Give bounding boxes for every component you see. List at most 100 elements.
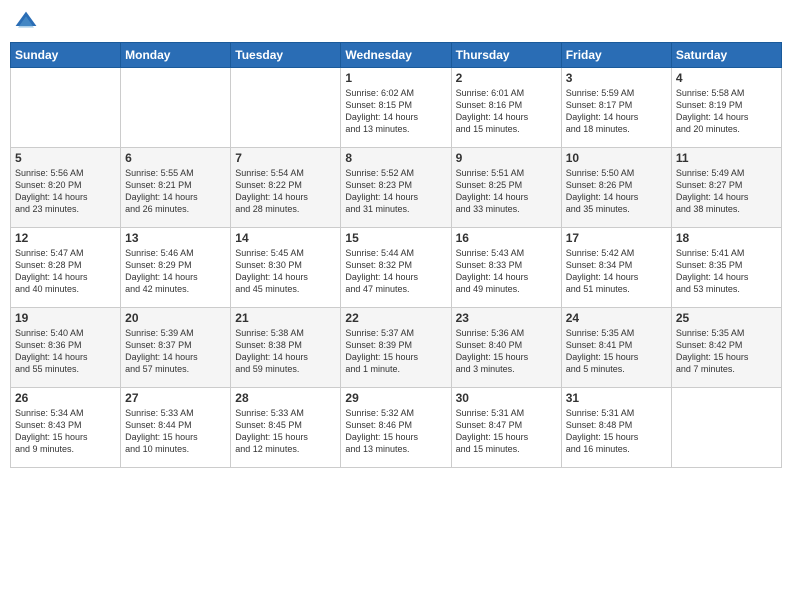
day-cell: 23 Sunrise: 5:36 AM Sunset: 8:40 PM Dayli… xyxy=(451,308,561,388)
day-cell: 14 Sunrise: 5:45 AM Sunset: 8:30 PM Dayli… xyxy=(231,228,341,308)
day-number: 24 xyxy=(566,311,667,325)
day-cell: 9 Sunrise: 5:51 AM Sunset: 8:25 PM Daylig… xyxy=(451,148,561,228)
day-cell: 12 Sunrise: 5:47 AM Sunset: 8:28 PM Dayli… xyxy=(11,228,121,308)
day-info: Sunrise: 5:40 AM Sunset: 8:36 PM Dayligh… xyxy=(15,327,116,376)
day-cell: 4 Sunrise: 5:58 AM Sunset: 8:19 PM Daylig… xyxy=(671,68,781,148)
day-number: 13 xyxy=(125,231,226,245)
logo-icon xyxy=(14,10,38,34)
day-cell: 19Sunrise: 5:40 AM Sunset: 8:36 PM Dayli… xyxy=(11,308,121,388)
day-cell xyxy=(671,388,781,468)
day-cell: 13 Sunrise: 5:46 AM Sunset: 8:29 PM Dayli… xyxy=(121,228,231,308)
day-info: Sunrise: 5:43 AM Sunset: 8:33 PM Dayligh… xyxy=(456,247,557,296)
day-cell: 2 Sunrise: 6:01 AM Sunset: 8:16 PM Daylig… xyxy=(451,68,561,148)
day-number: 29 xyxy=(345,391,446,405)
day-number: 25 xyxy=(676,311,777,325)
day-info: Sunrise: 5:46 AM Sunset: 8:29 PM Dayligh… xyxy=(125,247,226,296)
day-info: Sunrise: 5:35 AM Sunset: 8:42 PM Dayligh… xyxy=(676,327,777,376)
day-cell: 20Sunrise: 5:39 AM Sunset: 8:37 PM Dayli… xyxy=(121,308,231,388)
day-number: 6 xyxy=(125,151,226,165)
day-info: Sunrise: 6:02 AM Sunset: 8:15 PM Dayligh… xyxy=(345,87,446,136)
day-cell: 5 Sunrise: 5:56 AM Sunset: 8:20 PM Daylig… xyxy=(11,148,121,228)
day-info: Sunrise: 5:58 AM Sunset: 8:19 PM Dayligh… xyxy=(676,87,777,136)
day-header-tuesday: Tuesday xyxy=(231,43,341,68)
day-number: 2 xyxy=(456,71,557,85)
day-number: 9 xyxy=(456,151,557,165)
day-number: 21 xyxy=(235,311,336,325)
day-cell: 17Sunrise: 5:42 AM Sunset: 8:34 PM Dayli… xyxy=(561,228,671,308)
calendar-table: SundayMondayTuesdayWednesdayThursdayFrid… xyxy=(10,42,782,468)
day-info: Sunrise: 5:59 AM Sunset: 8:17 PM Dayligh… xyxy=(566,87,667,136)
day-number: 1 xyxy=(345,71,446,85)
day-info: Sunrise: 5:37 AM Sunset: 8:39 PM Dayligh… xyxy=(345,327,446,376)
day-info: Sunrise: 5:35 AM Sunset: 8:41 PM Dayligh… xyxy=(566,327,667,376)
day-header-saturday: Saturday xyxy=(671,43,781,68)
day-number: 15 xyxy=(345,231,446,245)
day-header-sunday: Sunday xyxy=(11,43,121,68)
day-header-friday: Friday xyxy=(561,43,671,68)
day-info: Sunrise: 5:33 AM Sunset: 8:45 PM Dayligh… xyxy=(235,407,336,456)
day-cell: 3Sunrise: 5:59 AM Sunset: 8:17 PM Daylig… xyxy=(561,68,671,148)
day-number: 18 xyxy=(676,231,777,245)
day-info: Sunrise: 6:01 AM Sunset: 8:16 PM Dayligh… xyxy=(456,87,557,136)
day-number: 4 xyxy=(676,71,777,85)
day-info: Sunrise: 5:41 AM Sunset: 8:35 PM Dayligh… xyxy=(676,247,777,296)
day-number: 20 xyxy=(125,311,226,325)
week-row-4: 19Sunrise: 5:40 AM Sunset: 8:36 PM Dayli… xyxy=(11,308,782,388)
day-info: Sunrise: 5:49 AM Sunset: 8:27 PM Dayligh… xyxy=(676,167,777,216)
day-cell: 7 Sunrise: 5:54 AM Sunset: 8:22 PM Daylig… xyxy=(231,148,341,228)
day-info: Sunrise: 5:54 AM Sunset: 8:22 PM Dayligh… xyxy=(235,167,336,216)
calendar-header: SundayMondayTuesdayWednesdayThursdayFrid… xyxy=(11,43,782,68)
calendar-body: 1 Sunrise: 6:02 AM Sunset: 8:15 PM Daylig… xyxy=(11,68,782,468)
day-cell: 1 Sunrise: 6:02 AM Sunset: 8:15 PM Daylig… xyxy=(341,68,451,148)
day-info: Sunrise: 5:36 AM Sunset: 8:40 PM Dayligh… xyxy=(456,327,557,376)
day-info: Sunrise: 5:47 AM Sunset: 8:28 PM Dayligh… xyxy=(15,247,116,296)
day-cell: 25 Sunrise: 5:35 AM Sunset: 8:42 PM Dayli… xyxy=(671,308,781,388)
day-cell xyxy=(121,68,231,148)
day-cell: 27 Sunrise: 5:33 AM Sunset: 8:44 PM Dayli… xyxy=(121,388,231,468)
day-number: 28 xyxy=(235,391,336,405)
day-cell: 31Sunrise: 5:31 AM Sunset: 8:48 PM Dayli… xyxy=(561,388,671,468)
day-cell: 16Sunrise: 5:43 AM Sunset: 8:33 PM Dayli… xyxy=(451,228,561,308)
day-info: Sunrise: 5:52 AM Sunset: 8:23 PM Dayligh… xyxy=(345,167,446,216)
day-cell: 10 Sunrise: 5:50 AM Sunset: 8:26 PM Dayli… xyxy=(561,148,671,228)
day-number: 8 xyxy=(345,151,446,165)
day-cell: 22Sunrise: 5:37 AM Sunset: 8:39 PM Dayli… xyxy=(341,308,451,388)
days-header-row: SundayMondayTuesdayWednesdayThursdayFrid… xyxy=(11,43,782,68)
day-info: Sunrise: 5:33 AM Sunset: 8:44 PM Dayligh… xyxy=(125,407,226,456)
day-number: 23 xyxy=(456,311,557,325)
day-header-monday: Monday xyxy=(121,43,231,68)
week-row-5: 26Sunrise: 5:34 AM Sunset: 8:43 PM Dayli… xyxy=(11,388,782,468)
day-info: Sunrise: 5:32 AM Sunset: 8:46 PM Dayligh… xyxy=(345,407,446,456)
day-cell: 24 Sunrise: 5:35 AM Sunset: 8:41 PM Dayli… xyxy=(561,308,671,388)
day-number: 14 xyxy=(235,231,336,245)
day-header-thursday: Thursday xyxy=(451,43,561,68)
day-cell: 26Sunrise: 5:34 AM Sunset: 8:43 PM Dayli… xyxy=(11,388,121,468)
day-number: 26 xyxy=(15,391,116,405)
day-info: Sunrise: 5:45 AM Sunset: 8:30 PM Dayligh… xyxy=(235,247,336,296)
day-number: 30 xyxy=(456,391,557,405)
day-number: 11 xyxy=(676,151,777,165)
day-info: Sunrise: 5:38 AM Sunset: 8:38 PM Dayligh… xyxy=(235,327,336,376)
week-row-3: 12 Sunrise: 5:47 AM Sunset: 8:28 PM Dayli… xyxy=(11,228,782,308)
day-header-wednesday: Wednesday xyxy=(341,43,451,68)
day-cell: 28 Sunrise: 5:33 AM Sunset: 8:45 PM Dayli… xyxy=(231,388,341,468)
day-cell xyxy=(231,68,341,148)
day-info: Sunrise: 5:31 AM Sunset: 8:48 PM Dayligh… xyxy=(566,407,667,456)
week-row-1: 1 Sunrise: 6:02 AM Sunset: 8:15 PM Daylig… xyxy=(11,68,782,148)
day-cell xyxy=(11,68,121,148)
day-number: 10 xyxy=(566,151,667,165)
header xyxy=(10,10,782,34)
day-cell: 11 Sunrise: 5:49 AM Sunset: 8:27 PM Dayli… xyxy=(671,148,781,228)
day-number: 7 xyxy=(235,151,336,165)
day-number: 27 xyxy=(125,391,226,405)
day-cell: 18 Sunrise: 5:41 AM Sunset: 8:35 PM Dayli… xyxy=(671,228,781,308)
day-info: Sunrise: 5:31 AM Sunset: 8:47 PM Dayligh… xyxy=(456,407,557,456)
logo xyxy=(14,10,42,34)
day-number: 12 xyxy=(15,231,116,245)
day-info: Sunrise: 5:50 AM Sunset: 8:26 PM Dayligh… xyxy=(566,167,667,216)
day-cell: 8 Sunrise: 5:52 AM Sunset: 8:23 PM Daylig… xyxy=(341,148,451,228)
day-info: Sunrise: 5:56 AM Sunset: 8:20 PM Dayligh… xyxy=(15,167,116,216)
day-info: Sunrise: 5:44 AM Sunset: 8:32 PM Dayligh… xyxy=(345,247,446,296)
day-info: Sunrise: 5:51 AM Sunset: 8:25 PM Dayligh… xyxy=(456,167,557,216)
day-number: 5 xyxy=(15,151,116,165)
